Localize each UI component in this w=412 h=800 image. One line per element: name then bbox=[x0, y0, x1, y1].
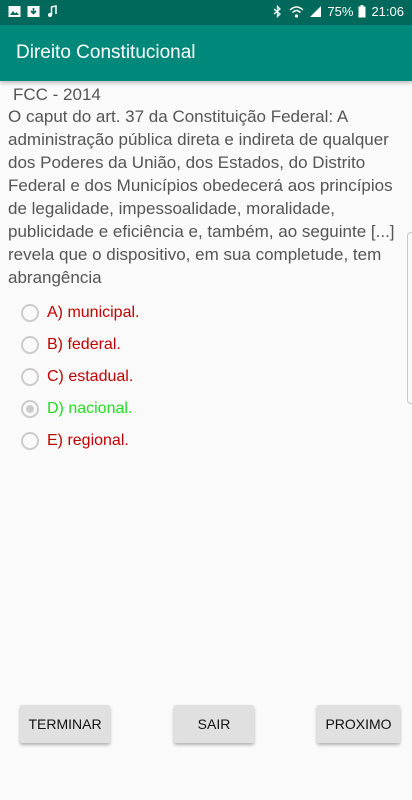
clock: 21:06 bbox=[371, 4, 404, 19]
proximo-button[interactable]: PROXIMO bbox=[317, 705, 400, 743]
radio-button[interactable] bbox=[21, 432, 39, 450]
sair-button[interactable]: SAIR bbox=[174, 705, 254, 743]
scroll-indicator[interactable] bbox=[407, 232, 412, 404]
option-d[interactable]: D) nacional. bbox=[21, 393, 404, 425]
status-bar: 75% 21:06 bbox=[0, 0, 412, 25]
option-c[interactable]: C) estadual. bbox=[21, 361, 404, 393]
download-icon bbox=[27, 6, 40, 17]
option-b[interactable]: B) federal. bbox=[21, 329, 404, 361]
option-label[interactable]: E) regional. bbox=[47, 432, 129, 450]
radio-button[interactable] bbox=[21, 368, 39, 386]
radio-button[interactable] bbox=[21, 304, 39, 322]
question-content: FCC - 2014 O caput do art. 37 da Constit… bbox=[8, 84, 404, 457]
answer-options: A) municipal. B) federal. C) estadual. D… bbox=[21, 297, 404, 457]
battery-icon bbox=[358, 5, 366, 18]
option-label[interactable]: C) estadual. bbox=[47, 368, 133, 386]
option-label[interactable]: A) municipal. bbox=[47, 304, 139, 322]
radio-button-selected[interactable] bbox=[21, 400, 39, 418]
radio-button[interactable] bbox=[21, 336, 39, 354]
question-text: O caput do art. 37 da Constituição Feder… bbox=[8, 107, 395, 287]
app-title: Direito Constitucional bbox=[16, 42, 196, 63]
bluetooth-icon bbox=[274, 5, 282, 18]
exam-label: FCC - 2014 bbox=[13, 85, 101, 104]
battery-percent: 75% bbox=[327, 4, 354, 19]
wifi-icon bbox=[289, 6, 304, 18]
option-label[interactable]: B) federal. bbox=[47, 336, 121, 354]
option-e[interactable]: E) regional. bbox=[21, 425, 404, 457]
music-note-icon bbox=[48, 5, 57, 17]
app-bar: Direito Constitucional bbox=[0, 25, 412, 81]
terminar-button[interactable]: TERMINAR bbox=[20, 705, 110, 743]
notification-icons bbox=[8, 5, 59, 18]
signal-icon bbox=[310, 6, 322, 17]
system-status: 75% 21:06 bbox=[271, 4, 404, 19]
option-a[interactable]: A) municipal. bbox=[21, 297, 404, 329]
option-label[interactable]: D) nacional. bbox=[47, 400, 132, 418]
image-icon bbox=[8, 6, 21, 17]
